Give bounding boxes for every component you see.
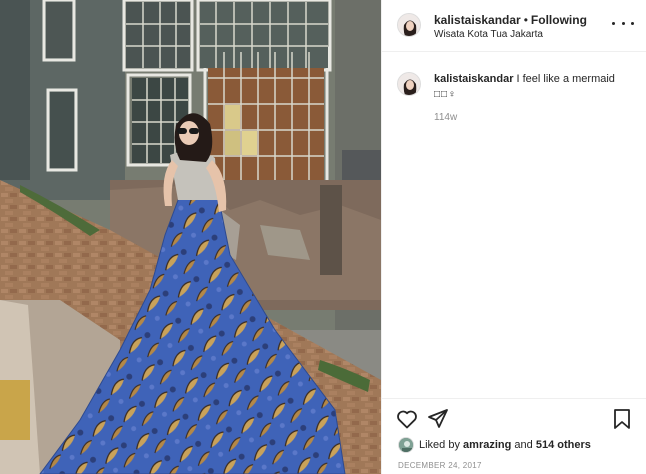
post-header: kalistaiskandar • Following Wisata Kota Tu… xyxy=(382,0,646,52)
post-date[interactable]: DECEMBER 24, 2017 xyxy=(398,461,482,470)
location-link[interactable]: Wisata Kota Tua Jakarta xyxy=(434,29,543,40)
likes-others-link[interactable]: 514 others xyxy=(536,439,591,451)
avatar[interactable] xyxy=(397,13,421,37)
liker-username[interactable]: amrazing xyxy=(463,439,511,451)
caption-username[interactable]: kalistaiskandar xyxy=(434,73,514,85)
likes-connector: and xyxy=(514,439,533,451)
post-photo[interactable] xyxy=(0,0,381,474)
post-image xyxy=(0,0,381,474)
caption-timestamp[interactable]: 114w xyxy=(434,112,457,123)
likes-summary: Liked by amrazing and 514 others xyxy=(398,437,591,453)
share-icon[interactable] xyxy=(426,407,450,431)
header-user-line: kalistaiskandar • Following xyxy=(434,13,587,27)
separator-dot: • xyxy=(523,13,528,27)
caption-text: I feel like a mermaid xyxy=(516,73,615,85)
heart-icon[interactable] xyxy=(395,407,419,431)
action-bar xyxy=(382,398,646,442)
more-options-icon[interactable] xyxy=(612,16,634,30)
caption-emoji: □□♀ xyxy=(434,89,457,100)
likes-prefix: Liked by xyxy=(419,439,460,451)
post-side-panel: kalistaiskandar • Following Wisata Kota Tu… xyxy=(381,0,646,474)
bookmark-icon[interactable] xyxy=(610,407,634,431)
caption-text-line: kalistaiskandar I feel like a mermaid xyxy=(434,72,634,86)
liker-avatar[interactable] xyxy=(398,437,414,453)
following-button[interactable]: Following xyxy=(531,13,587,27)
username-link[interactable]: kalistaiskandar xyxy=(434,13,521,27)
caption-avatar[interactable] xyxy=(397,72,421,96)
